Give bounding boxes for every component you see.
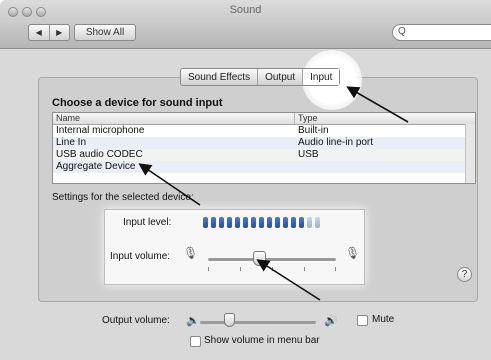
tab-bar: Sound Effects Output Input bbox=[180, 68, 341, 86]
output-volume-slider[interactable] bbox=[200, 321, 316, 324]
input-level-label: Input level: bbox=[123, 217, 172, 228]
table-row[interactable]: Internal microphone Built-in bbox=[53, 125, 475, 137]
device-type: Built-in bbox=[298, 125, 329, 136]
input-level-meter bbox=[203, 217, 320, 228]
input-volume-slider[interactable] bbox=[208, 258, 336, 261]
level-segment bbox=[267, 217, 272, 228]
mute-checkbox[interactable] bbox=[357, 315, 368, 326]
speaker-low-icon: 🔈 bbox=[186, 315, 200, 327]
level-segment bbox=[291, 217, 296, 228]
level-segment bbox=[219, 217, 224, 228]
input-volume-knob[interactable] bbox=[253, 251, 267, 266]
level-segment bbox=[275, 217, 280, 228]
level-segment bbox=[283, 217, 288, 228]
table-scrollbar[interactable] bbox=[465, 124, 475, 183]
tab-input[interactable]: Input bbox=[302, 69, 340, 85]
show-all-button[interactable]: Show All bbox=[74, 24, 136, 41]
device-name: USB audio CODEC bbox=[56, 149, 143, 160]
mute-label: Mute bbox=[372, 314, 395, 325]
device-type: USB bbox=[298, 149, 319, 160]
tab-output[interactable]: Output bbox=[257, 69, 302, 85]
window-title: Sound bbox=[229, 4, 262, 16]
search-field[interactable]: Q bbox=[392, 24, 491, 41]
device-name: Line In bbox=[56, 137, 87, 148]
level-segment bbox=[251, 217, 256, 228]
show-volume-menu-bar-checkbox[interactable] bbox=[190, 336, 201, 347]
show-volume-menu-bar-label: Show volume in menu bar bbox=[204, 335, 320, 346]
level-segment bbox=[235, 217, 240, 228]
table-row[interactable]: Line In Audio line-in port bbox=[53, 137, 475, 149]
level-segment bbox=[227, 217, 232, 228]
slider-tick bbox=[240, 267, 241, 271]
column-header-name[interactable]: Name bbox=[53, 113, 295, 124]
help-button[interactable]: ? bbox=[457, 267, 472, 282]
back-forward-group: ◀ ▶ bbox=[28, 24, 70, 41]
sound-preferences-window: Sound ◀ ▶ Show All Q Sound Effects Outpu… bbox=[0, 0, 491, 360]
device-name: Aggregate Device bbox=[56, 161, 136, 172]
input-device-table: Name Type Internal microphone Built-in L… bbox=[52, 112, 476, 184]
slider-tick bbox=[335, 267, 336, 271]
input-volume-label: Input volume: bbox=[110, 251, 171, 262]
column-header-type[interactable]: Type bbox=[295, 113, 475, 124]
slider-tick bbox=[304, 267, 305, 271]
speaker-high-icon: 🔊 bbox=[324, 315, 338, 327]
back-button[interactable]: ◀ bbox=[29, 25, 49, 40]
settings-label: Settings for the selected device: bbox=[52, 192, 194, 203]
forward-button[interactable]: ▶ bbox=[48, 25, 70, 40]
table-row-selected[interactable]: USB audio CODEC USB bbox=[53, 149, 475, 161]
titlebar: Sound ◀ ▶ Show All Q bbox=[0, 0, 491, 49]
search-icon: Q bbox=[398, 26, 406, 37]
table-header: Name Type bbox=[53, 113, 475, 125]
microphone-low-icon: 🎙 bbox=[183, 246, 199, 260]
level-segment bbox=[307, 217, 312, 228]
table-row[interactable]: Aggregate Device bbox=[53, 161, 475, 173]
device-type: Audio line-in port bbox=[298, 137, 374, 148]
slider-tick bbox=[208, 267, 209, 271]
device-list-heading: Choose a device for sound input bbox=[52, 97, 223, 109]
level-segment bbox=[203, 217, 208, 228]
input-settings-box: Input level: Input volume: 🎙 🎙 bbox=[104, 209, 365, 285]
tab-sound-effects[interactable]: Sound Effects bbox=[181, 69, 257, 85]
slider-tick bbox=[272, 267, 273, 271]
level-segment bbox=[211, 217, 216, 228]
output-volume-label: Output volume: bbox=[102, 315, 170, 326]
level-segment bbox=[299, 217, 304, 228]
output-volume-knob[interactable] bbox=[224, 313, 235, 327]
microphone-high-icon: 🎙 bbox=[345, 246, 361, 260]
level-segment bbox=[315, 217, 320, 228]
device-type bbox=[298, 161, 475, 173]
level-segment bbox=[243, 217, 248, 228]
device-name: Internal microphone bbox=[56, 125, 145, 136]
level-segment bbox=[259, 217, 264, 228]
